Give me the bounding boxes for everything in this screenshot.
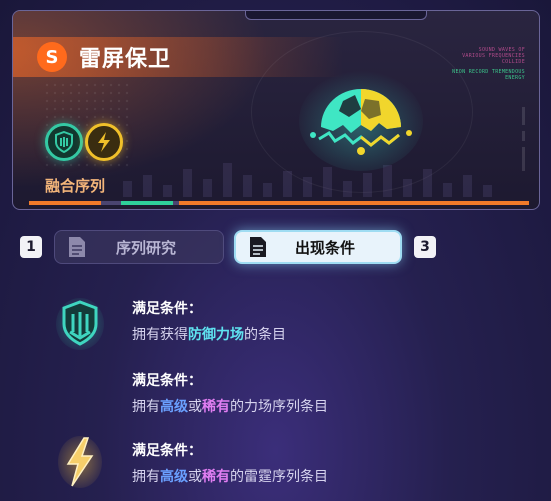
- tab-appearance-conditions[interactable]: 出现条件: [234, 230, 402, 264]
- shell-emblem-icon: [299, 71, 423, 171]
- tab-label: 序列研究: [115, 238, 176, 257]
- equalizer-bar: [483, 185, 492, 197]
- equalizer-bar: [143, 175, 152, 197]
- condition-text: 的条目: [244, 327, 286, 343]
- sequence-lightning-icon[interactable]: [85, 123, 123, 161]
- equalizer-bar: [263, 183, 272, 197]
- condition-text: 或: [188, 469, 202, 485]
- equalizer-bar: [243, 175, 252, 197]
- rarity-keyword: 高级: [160, 399, 188, 415]
- equalizer-bar: [303, 177, 312, 197]
- condition-text: 拥有: [132, 399, 160, 415]
- condition-title: 满足条件：: [132, 373, 202, 389]
- card-top-notch: [245, 11, 427, 20]
- tab-label: 出现条件: [294, 238, 355, 257]
- next-tab-key[interactable]: 3: [414, 236, 436, 258]
- condition-text: 的力场序列条目: [230, 399, 328, 415]
- condition-text: 或: [188, 399, 202, 415]
- sequence-title: 雷屏保卫: [79, 47, 172, 72]
- condition-title: 满足条件：: [132, 301, 202, 317]
- equalizer-bar: [183, 169, 192, 197]
- rarity-keyword: 稀有: [202, 469, 230, 485]
- equalizer-bar: [283, 171, 292, 197]
- equalizer-bar: [423, 169, 432, 197]
- equalizer-bar: [203, 179, 212, 197]
- progress-segment: [29, 201, 101, 205]
- equalizer-bar: [323, 167, 332, 197]
- equalizer-bar: [403, 179, 412, 197]
- sequence-banner-card: S 雷屏保卫 SOUND WAVES OF VARIOUS FREQUENCIE…: [12, 10, 540, 210]
- condition-description: 拥有获得防御力场的条目: [132, 324, 286, 344]
- equalizer-bar: [123, 181, 132, 197]
- lightning-icon: [58, 436, 102, 488]
- equalizer-bar: [223, 163, 232, 197]
- equalizer-bar: [343, 181, 352, 197]
- document-icon: [250, 237, 266, 257]
- condition-text: 拥有获得: [132, 327, 188, 343]
- fusion-sequence-label: 融合序列: [45, 177, 106, 195]
- flavor-text-top: SOUND WAVES OF VARIOUS FREQUENCIES COLLI…: [462, 47, 525, 65]
- sequence-progress-track: [29, 201, 529, 205]
- sequence-shield-icon[interactable]: [45, 123, 83, 161]
- equalizer-bar: [463, 175, 472, 197]
- prev-tab-key[interactable]: 1: [20, 236, 42, 258]
- lightning-icon: [98, 132, 110, 152]
- rarity-keyword: 高级: [160, 469, 188, 485]
- condition-text: 的雷霆序列条目: [230, 469, 328, 485]
- tab-sequence-research[interactable]: 序列研究: [54, 230, 224, 264]
- condition-text: 拥有: [132, 469, 160, 485]
- equalizer-bar: [443, 183, 452, 197]
- equalizer-bar: [363, 173, 372, 197]
- rarity-keyword: 稀有: [202, 399, 230, 415]
- condition-description: 拥有高级或稀有的雷霆序列条目: [132, 466, 328, 486]
- progress-segment: [121, 201, 173, 205]
- side-gauge-decoration: [522, 147, 525, 171]
- condition-title: 满足条件：: [132, 443, 202, 459]
- side-gauge-decoration: [522, 107, 525, 125]
- shield-icon: [56, 298, 104, 350]
- side-gauge-decoration: [522, 131, 525, 141]
- progress-segment: [179, 201, 529, 205]
- sequence-logo-icon: S: [37, 42, 67, 72]
- equalizer-bar: [163, 185, 172, 197]
- document-icon: [69, 237, 85, 257]
- condition-keyword: 防御力场: [188, 327, 244, 343]
- condition-description: 拥有高级或稀有的力场序列条目: [132, 396, 328, 416]
- shield-icon: [55, 131, 73, 153]
